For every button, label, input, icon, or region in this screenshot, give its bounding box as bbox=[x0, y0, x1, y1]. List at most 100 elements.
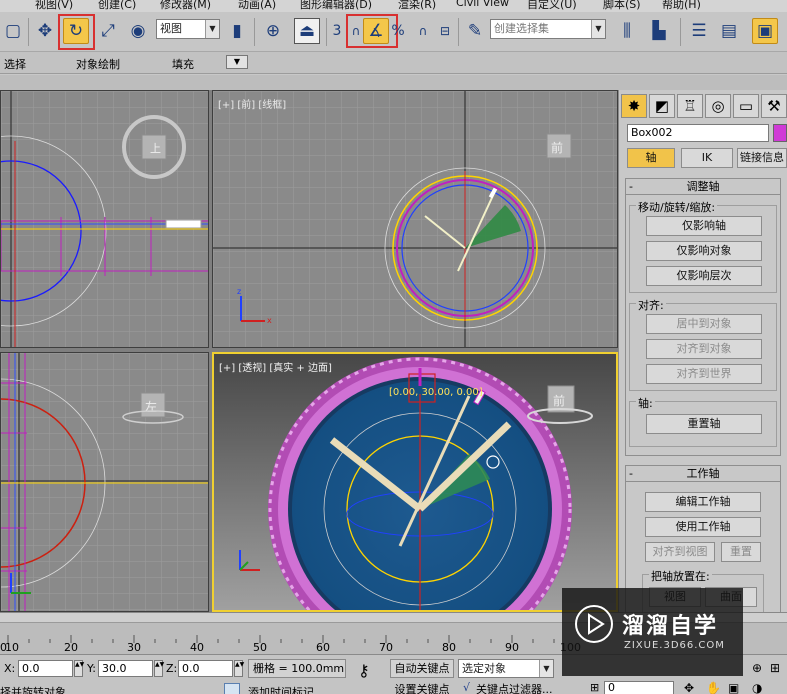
layer-manager-icon[interactable]: ☰ bbox=[686, 18, 712, 44]
edit-working-pivot-button[interactable]: 编辑工作轴 bbox=[645, 492, 761, 512]
x-coordinate-field[interactable]: 0.0 bbox=[18, 660, 73, 677]
menu-rendering[interactable]: 渲染(R) bbox=[398, 0, 436, 12]
menu-view[interactable]: 视图(V) bbox=[35, 0, 73, 12]
pan-icon[interactable]: ✥ bbox=[684, 681, 694, 694]
create-tab-icon[interactable]: ✸ bbox=[621, 94, 647, 118]
set-key-button[interactable]: 设置关键点 bbox=[390, 681, 454, 694]
modify-tab-icon[interactable]: ◩ bbox=[649, 94, 675, 118]
menu-animation[interactable]: 动画(A) bbox=[238, 0, 276, 12]
affect-hierarchy-only-button[interactable]: 仅影响层次 bbox=[646, 266, 762, 286]
scale-icon[interactable]: ⤢ bbox=[95, 18, 121, 44]
auto-key-button[interactable]: 自动关键点 bbox=[390, 659, 454, 678]
current-frame-field[interactable]: 0 bbox=[604, 681, 674, 694]
motion-tab-icon[interactable]: ◎ bbox=[705, 94, 731, 118]
rollout-adjust-pivot-title: 调整轴 bbox=[686, 180, 720, 193]
app-window: 视图(V) 创建(C) 修改器(M) 动画(A) 图形编辑器(D) 渲染(R) … bbox=[0, 0, 787, 694]
ribbon-tab-selection[interactable]: 选择 bbox=[4, 56, 26, 72]
tab-ik[interactable]: IK bbox=[681, 148, 733, 168]
key-filters-button[interactable]: 关键点过滤器... bbox=[476, 681, 572, 694]
watermark-play-icon bbox=[575, 605, 613, 643]
group-place-pivot-title: 把轴放置在: bbox=[649, 568, 712, 584]
scene-explorer-icon[interactable]: ▤ bbox=[716, 18, 742, 44]
angle-snap-icon[interactable]: ∡ bbox=[363, 18, 389, 44]
menu-create[interactable]: 创建(C) bbox=[98, 0, 136, 12]
named-selection-combo[interactable]: 创建选择集 ▼ bbox=[490, 19, 606, 39]
field-of-view-icon[interactable]: ◑ bbox=[752, 681, 762, 694]
use-working-pivot-button[interactable]: 使用工作轴 bbox=[645, 517, 761, 537]
menu-scripting[interactable]: 脚本(S) bbox=[603, 0, 641, 12]
viewport-left[interactable]: 左 bbox=[0, 352, 209, 612]
add-time-tag-link[interactable]: 添加时间标记 bbox=[248, 684, 314, 694]
timeline-tick-50: 50 bbox=[253, 641, 267, 654]
percent-snap-icon[interactable]: % bbox=[389, 18, 407, 44]
pivot-center-icon[interactable]: ▮ bbox=[224, 18, 250, 44]
key-icon[interactable]: ⚷ bbox=[358, 661, 370, 680]
viewport-area: 上 z x 前 [+] [前] [线框] 左 前 [+] [透视] [真实 + … bbox=[0, 90, 618, 612]
affect-object-only-button[interactable]: 仅影响对象 bbox=[646, 241, 762, 261]
object-color-swatch[interactable] bbox=[773, 124, 787, 142]
utilities-tab-icon[interactable]: ⚒ bbox=[761, 94, 787, 118]
group-pivot-title: 轴: bbox=[636, 395, 655, 411]
y-label: Y: bbox=[87, 662, 96, 675]
z-spinner[interactable]: ▲▼ bbox=[234, 660, 244, 677]
key-mode-combo[interactable]: 选定对象 ▼ bbox=[458, 659, 554, 678]
menu-graph-editors[interactable]: 图形编辑器(D) bbox=[300, 0, 372, 12]
spinner-toggle-icon[interactable]: ⊟ bbox=[432, 18, 458, 44]
menu-help[interactable]: 帮助(H) bbox=[662, 0, 701, 12]
viewport-front-label[interactable]: [+] [前] [线框] bbox=[218, 96, 286, 111]
viewport-perspective-label[interactable]: [+] [透视] [真实 + 边面] bbox=[219, 359, 332, 374]
svg-text:z: z bbox=[237, 287, 241, 296]
reset-pivot-button[interactable]: 重置轴 bbox=[646, 414, 762, 434]
object-name-field[interactable]: Box002 bbox=[627, 124, 769, 142]
menu-civil-view[interactable]: Civil View bbox=[456, 0, 509, 9]
z-coordinate-field[interactable]: 0.0 bbox=[178, 660, 233, 677]
x-spinner[interactable]: ▲▼ bbox=[74, 660, 84, 677]
menu-customize[interactable]: 自定义(U) bbox=[527, 0, 577, 12]
select-region-icon[interactable]: ▢ bbox=[0, 18, 26, 44]
y-spinner[interactable]: ▲▼ bbox=[154, 660, 164, 677]
affect-pivot-only-button[interactable]: 仅影响轴 bbox=[646, 216, 762, 236]
ribbon-tab-object-paint[interactable]: 对象绘制 bbox=[76, 56, 120, 72]
edit-named-selection-icon[interactable]: ✎ bbox=[462, 18, 488, 44]
align-to-world-button[interactable]: 对齐到世界 bbox=[646, 364, 762, 384]
zoom-icon[interactable]: ⊕ bbox=[752, 661, 762, 675]
time-tag-icon[interactable] bbox=[224, 683, 240, 694]
display-tab-icon[interactable]: ▭ bbox=[733, 94, 759, 118]
timeline-tick-80: 80 bbox=[442, 641, 456, 654]
named-selection-value: 创建选择集 bbox=[494, 22, 549, 35]
frame-icon: ⊞ bbox=[590, 681, 600, 694]
ribbon-expand-button[interactable]: ▼ bbox=[226, 55, 248, 69]
select-manipulate-icon[interactable]: ⊕ bbox=[260, 18, 286, 44]
mirror-icon[interactable]: ⫼ bbox=[614, 18, 640, 44]
move-icon[interactable]: ✥ bbox=[32, 18, 58, 44]
timeline-tick-30: 30 bbox=[127, 641, 141, 654]
rollout-adjust-pivot-header[interactable]: - 调整轴 bbox=[626, 179, 780, 195]
viewport-perspective[interactable]: 前 [+] [透视] [真实 + 边面] [0.00, 30.00, 0.00] bbox=[212, 352, 618, 612]
reset-working-pivot-button[interactable]: 重置 bbox=[721, 542, 761, 562]
ribbon-tab-populate[interactable]: 填充 bbox=[172, 56, 194, 72]
maximize-viewport-icon[interactable]: ▣ bbox=[728, 681, 739, 694]
percent-label: % bbox=[391, 23, 405, 39]
orbit-icon[interactable]: ✋ bbox=[706, 681, 721, 694]
reference-coordinate-combo[interactable]: 视图 ▼ bbox=[156, 19, 220, 39]
keyboard-shortcut-icon[interactable]: ⏏ bbox=[294, 18, 320, 44]
align-to-view-button[interactable]: 对齐到视图 bbox=[645, 542, 715, 562]
viewport-front[interactable]: z x 前 [+] [前] [线框] bbox=[212, 90, 618, 348]
center-to-object-button[interactable]: 居中到对象 bbox=[646, 314, 762, 334]
tab-pivot[interactable]: 轴 bbox=[627, 148, 675, 168]
snap-toggle-icon[interactable]: 3 bbox=[330, 18, 344, 44]
align-to-object-button[interactable]: 对齐到对象 bbox=[646, 339, 762, 359]
rollout-working-pivot-header[interactable]: - 工作轴 bbox=[626, 466, 780, 482]
y-coordinate-field[interactable]: 30.0 bbox=[98, 660, 153, 677]
menu-modifiers[interactable]: 修改器(M) bbox=[160, 0, 211, 12]
align-icon[interactable]: ▙ bbox=[646, 18, 672, 44]
group-move-rotate-scale: 移动/旋转/缩放: 仅影响轴 仅影响对象 仅影响层次 bbox=[629, 199, 777, 293]
scene-lock-icon[interactable]: ▣ bbox=[752, 18, 778, 44]
viewport-top[interactable]: 上 bbox=[0, 90, 209, 348]
timeline-tick-10: 10 bbox=[5, 641, 19, 654]
zoom-all-icon[interactable]: ⊞ bbox=[770, 661, 780, 675]
rotate-icon[interactable]: ↻ bbox=[63, 18, 89, 44]
hierarchy-tab-icon[interactable]: ♖ bbox=[677, 94, 703, 118]
tab-link-info[interactable]: 链接信息 bbox=[737, 148, 787, 168]
place-icon[interactable]: ◉ bbox=[125, 18, 151, 44]
